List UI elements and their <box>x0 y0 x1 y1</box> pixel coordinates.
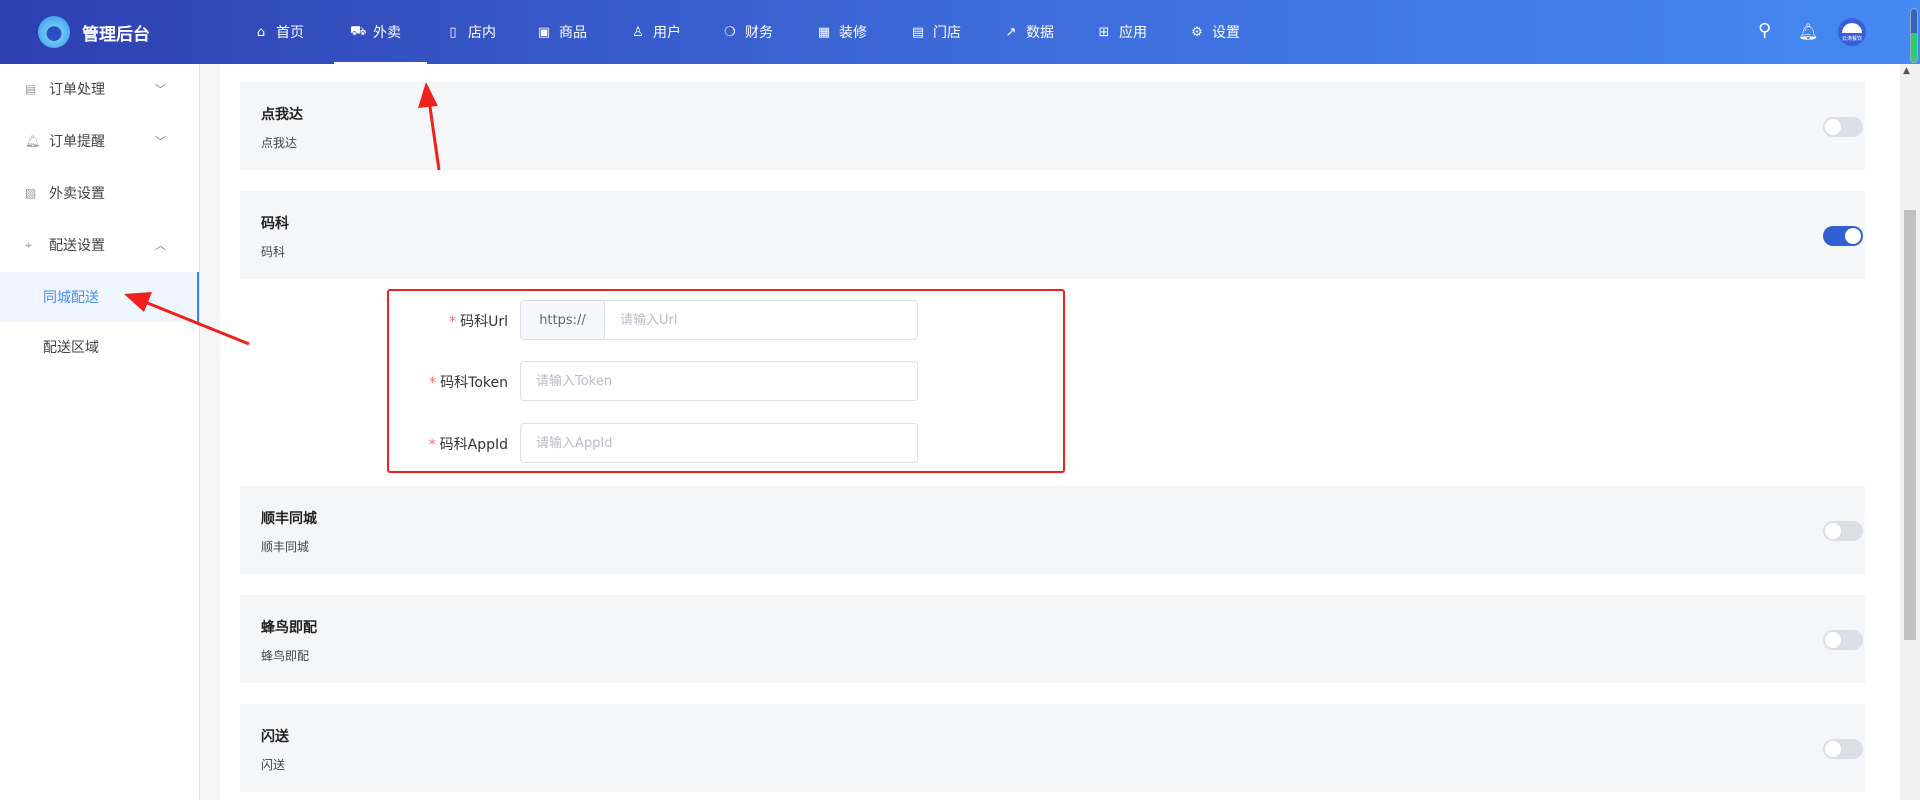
nav-label: 装修 <box>839 25 867 41</box>
nav-label: 用户 <box>653 25 681 41</box>
decoration-icon: ▦ <box>817 24 831 40</box>
card-title: 闪送 <box>261 729 289 745</box>
delivery-card-sf: 顺丰同城 顺丰同城 <box>240 486 1865 574</box>
takeout-icon: ⛟ <box>350 23 367 39</box>
sidebar: ▤ 订单处理 ﹀ 🔔︎ 订单提醒 ﹀ ▧ 外卖设置 ⌖ 配送设置 ︿ 同城配送 配送区域 <box>0 64 200 800</box>
sidebar-item-city-delivery[interactable]: 同城配送 <box>0 272 199 322</box>
sidebar-item-order-reminder[interactable]: 🔔︎ 订单提醒 ﹀ <box>0 116 199 166</box>
bell-icon: 🔔︎ <box>25 134 41 148</box>
document-icon: ▤ <box>25 82 37 96</box>
settings-icon: ⚙ <box>1191 24 1203 40</box>
sidebar-item-order-processing[interactable]: ▤ 订单处理 ﹀ <box>0 64 199 114</box>
settings-doc-icon: ▧ <box>25 186 37 200</box>
home-icon: ⌂ <box>256 24 266 40</box>
user-icon: ♙ <box>632 24 644 40</box>
enable-toggle[interactable] <box>1823 521 1863 541</box>
app-title: 管理后台 <box>82 24 150 45</box>
nav-label: 数据 <box>1026 25 1054 41</box>
sidebar-item-delivery-area[interactable]: 配送区域 <box>0 322 199 372</box>
nav-store[interactable]: ▤ 门店 <box>910 0 961 64</box>
card-title: 码科 <box>261 216 289 232</box>
main-content: 点我达 点我达 码科 码科 *码科Url https:// *码科Token *… <box>220 64 1900 800</box>
sidebar-item-delivery-settings[interactable]: ⌖ 配送设置 ︿ <box>0 220 199 270</box>
sidebar-item-takeout-settings[interactable]: ▧ 外卖设置 <box>0 168 199 218</box>
data-icon: ↗ <box>1005 24 1017 40</box>
scrollbar-thumb[interactable] <box>1904 210 1916 640</box>
goods-icon: ▣ <box>537 24 551 40</box>
nav-decoration[interactable]: ▦ 装修 <box>816 0 867 64</box>
sidebar-label: 订单处理 <box>49 82 105 98</box>
card-title: 顺丰同城 <box>261 511 317 527</box>
sidebar-label: 配送区域 <box>43 340 99 356</box>
nav-data[interactable]: ↗ 数据 <box>1003 0 1054 64</box>
sidebar-label: 外卖设置 <box>49 186 105 202</box>
card-title: 点我达 <box>261 107 303 123</box>
enable-toggle[interactable] <box>1823 739 1863 759</box>
avatar-text: 云涛餐饮 <box>1841 36 1862 42</box>
delivery-card-dianwoda: 点我达 点我达 <box>240 82 1865 170</box>
card-title: 蜂鸟即配 <box>261 620 317 636</box>
enable-toggle[interactable] <box>1823 117 1863 137</box>
card-subtitle: 点我达 <box>261 136 298 150</box>
gutter <box>200 64 220 800</box>
enable-toggle[interactable] <box>1823 226 1863 246</box>
annotation-highlight-box <box>387 289 1065 473</box>
nav-finance[interactable]: ❍ 财务 <box>722 0 773 64</box>
search-icon[interactable]: ⚲ <box>1758 20 1771 41</box>
dine-in-icon: ▯ <box>449 24 457 40</box>
enable-toggle[interactable] <box>1823 630 1863 650</box>
scroll-up-arrow-icon[interactable]: ▲ <box>1903 66 1910 76</box>
finance-icon: ❍ <box>724 24 736 40</box>
nav-settings[interactable]: ⚙ 设置 <box>1189 0 1240 64</box>
sidebar-label: 订单提醒 <box>49 134 105 150</box>
nav-goods[interactable]: ▣ 商品 <box>536 0 587 64</box>
nav-label: 店内 <box>468 25 496 41</box>
card-subtitle: 顺丰同城 <box>261 540 310 554</box>
nav-home[interactable]: ⌂ 首页 <box>253 0 304 64</box>
delivery-card-make: 码科 码科 <box>240 191 1865 279</box>
nav-label: 外卖 <box>373 25 401 41</box>
nav-label: 首页 <box>276 25 304 41</box>
avatar[interactable]: 云涛餐饮 <box>1838 18 1866 46</box>
nav-label: 设置 <box>1212 25 1240 41</box>
map-pin-icon: ⌖ <box>25 237 32 252</box>
nav-label: 应用 <box>1119 25 1147 41</box>
card-subtitle: 蜂鸟即配 <box>261 649 310 663</box>
nav-apps[interactable]: ⊞ 应用 <box>1096 0 1147 64</box>
sidebar-label: 同城配送 <box>43 290 99 306</box>
nav-label: 财务 <box>745 25 773 41</box>
nav-dine-in[interactable]: ▯ 店内 <box>445 0 496 64</box>
delivery-card-shansong: 闪送 闪送 <box>240 704 1865 792</box>
nav-user[interactable]: ♙ 用户 <box>630 0 681 64</box>
chevron-down-icon: ﹀ <box>155 135 166 148</box>
logo-icon <box>38 16 70 48</box>
sidebar-label: 配送设置 <box>49 238 105 254</box>
bell-icon[interactable]: 🔔︎ <box>1798 22 1818 41</box>
window-indicator <box>1910 8 1918 63</box>
store-icon: ▤ <box>911 24 925 40</box>
apps-icon: ⊞ <box>1098 24 1110 40</box>
card-subtitle: 闪送 <box>261 758 286 772</box>
delivery-card-fengniao: 蜂鸟即配 蜂鸟即配 <box>240 595 1865 683</box>
top-header: 管理后台 ⌂ 首页 ⛟ 外卖 ▯ 店内 ▣ 商品 ♙ 用户 ❍ 财务 ▦ 装修 ▤ 门店 ↗ 数据… <box>0 0 1920 65</box>
nav-label: 门店 <box>933 25 961 41</box>
logo[interactable]: 管理后台 <box>38 16 150 48</box>
nav-takeout[interactable]: ⛟ 外卖 <box>350 0 401 64</box>
card-subtitle: 码科 <box>261 245 286 259</box>
chevron-up-icon: ︿ <box>155 239 166 252</box>
nav-label: 商品 <box>559 25 587 41</box>
chevron-down-icon: ﹀ <box>155 83 166 96</box>
